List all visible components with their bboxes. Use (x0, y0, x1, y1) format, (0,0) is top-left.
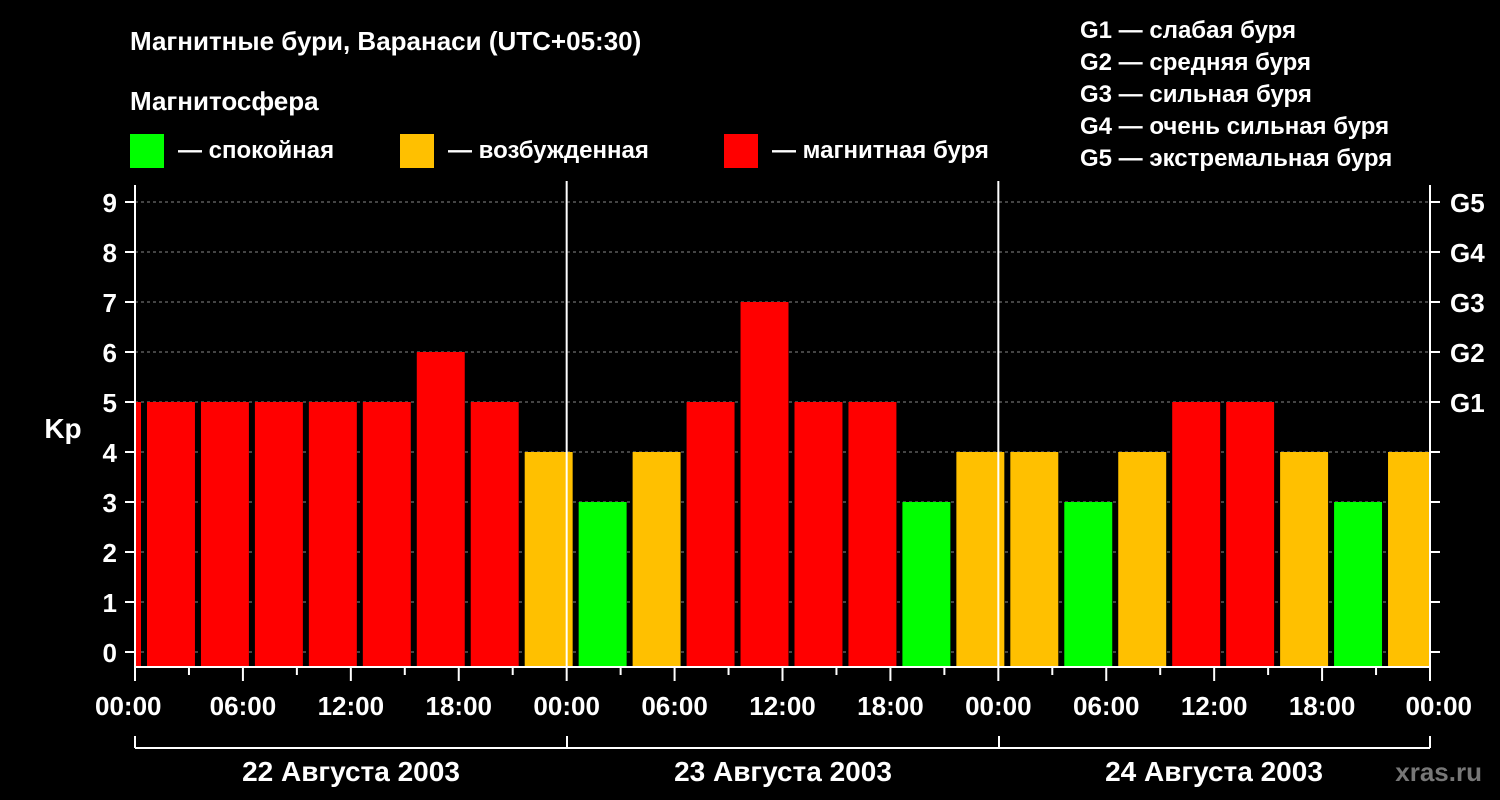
bar-9 (578, 502, 627, 667)
x-tick-label-4: 00:00 (533, 691, 600, 721)
g-tick-label-g5: G5 (1450, 188, 1485, 218)
day-label-3: 24 Августа 2003 (1105, 756, 1323, 787)
g-legend-g5: G5 — экстремальная буря (1080, 145, 1392, 172)
legend-label-quiet: — спокойная (178, 137, 334, 164)
x-tick-label-8: 00:00 (965, 691, 1032, 721)
y-tick-label-1: 1 (103, 588, 117, 618)
bar-15 (902, 502, 951, 667)
chart-title: Магнитные бури, Варанаси (UTC+05:30) (130, 26, 641, 56)
day-label-2: 23 Августа 2003 (674, 756, 892, 787)
bar-10 (632, 452, 681, 667)
g-scale-legend: G1 — слабая буря G2 — средняя буря G3 — … (1080, 17, 1392, 172)
x-tick-label-7: 18:00 (857, 691, 924, 721)
day-bracket (134, 736, 1431, 749)
bar-11 (686, 402, 735, 667)
day-label-1: 22 Августа 2003 (242, 756, 460, 787)
legend-swatch-storm (724, 134, 758, 168)
bar-19 (1118, 452, 1167, 667)
bar-2 (200, 402, 249, 667)
bar-12 (740, 302, 789, 667)
y-tick-label-0: 0 (103, 638, 117, 668)
x-tick-label-5: 06:00 (641, 691, 708, 721)
x-tick-label-1: 06:00 (210, 691, 277, 721)
y-tick-label-3: 3 (103, 488, 117, 518)
g-tick-label-g1: G1 (1450, 388, 1485, 418)
legend-swatch-quiet (130, 134, 164, 168)
kp-chart: Магнитные бури, Варанаси (UTC+05:30) Маг… (44, 17, 1485, 787)
x-tick-label-11: 18:00 (1289, 691, 1356, 721)
y-tick-label-6: 6 (103, 338, 117, 368)
bar-24 (1388, 452, 1429, 667)
bar-5 (362, 402, 411, 667)
x-tick-label-6: 12:00 (749, 691, 816, 721)
legend-title: Магнитосфера (130, 86, 319, 116)
g-tick-label-g2: G2 (1450, 338, 1485, 368)
bar-13 (794, 402, 843, 667)
x-tick-label-0: 00:00 (95, 691, 162, 721)
y-tick-label-2: 2 (103, 538, 117, 568)
g-legend-g1: G1 — слабая буря (1080, 17, 1296, 44)
x-tick-label-9: 06:00 (1073, 691, 1140, 721)
bar-20 (1172, 402, 1221, 667)
bar-14 (848, 402, 897, 667)
watermark: xras.ru (1395, 757, 1482, 787)
y-tick-label-5: 5 (103, 388, 117, 418)
legend-label-storm: — магнитная буря (772, 137, 989, 164)
plot-area: 0 1 2 3 4 5 6 7 8 9 G1 G2 G3 G4 G5 00:00 06:00 12:00 18:00… (95, 181, 1485, 721)
bar-21 (1226, 402, 1275, 667)
bar-7 (470, 402, 519, 667)
x-tick-label-2: 12:00 (318, 691, 385, 721)
legend-quiet: — спокойная (130, 134, 334, 168)
bar-16 (956, 452, 1005, 667)
legend-storm: — магнитная буря (724, 134, 989, 168)
bar-3 (254, 402, 303, 667)
x-tick-label-12: 00:00 (1406, 691, 1473, 721)
bar-4 (308, 402, 357, 667)
bar-23 (1334, 502, 1383, 667)
bar-6 (416, 352, 465, 667)
y-tick-label-4: 4 (103, 438, 118, 468)
bar-0 (136, 402, 141, 667)
y-tick-label-7: 7 (103, 288, 117, 318)
bar-1 (146, 402, 195, 667)
bar-22 (1280, 452, 1329, 667)
y-tick-label-8: 8 (103, 238, 117, 268)
g-legend-g3: G3 — сильная буря (1080, 81, 1312, 108)
legend-label-active: — возбужденная (448, 137, 649, 164)
x-tick-label-3: 18:00 (426, 691, 493, 721)
legend-swatch-active (400, 134, 434, 168)
g-legend-g4: G4 — очень сильная буря (1080, 113, 1389, 140)
g-tick-label-g4: G4 (1450, 238, 1485, 268)
legend-active: — возбужденная (400, 134, 649, 168)
y-tick-label-9: 9 (103, 188, 117, 218)
g-legend-g2: G2 — средняя буря (1080, 49, 1311, 76)
g-tick-label-g3: G3 (1450, 288, 1485, 318)
y-axis-label: Kp (44, 413, 81, 444)
bar-8 (524, 452, 573, 667)
bar-18 (1064, 502, 1113, 667)
x-tick-label-10: 12:00 (1181, 691, 1248, 721)
bar-17 (1010, 452, 1059, 667)
